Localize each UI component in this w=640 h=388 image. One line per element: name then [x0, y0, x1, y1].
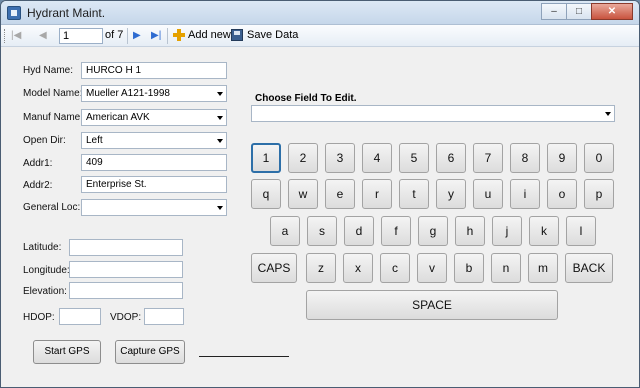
longitude-label: Longitude:: [23, 265, 70, 276]
longitude-field[interactable]: [69, 261, 183, 278]
model-name-value: Mueller A121-1998: [86, 88, 170, 99]
key-y[interactable]: y: [436, 179, 466, 209]
add-new-button[interactable]: Add new: [188, 29, 231, 43]
vdop-field[interactable]: [144, 308, 184, 325]
save-data-button[interactable]: Save Data: [247, 29, 298, 43]
window-controls: – □ ✕: [541, 3, 633, 20]
hyd-name-field[interactable]: HURCO H 1: [81, 62, 227, 79]
open-dir-label: Open Dir:: [23, 135, 66, 146]
last-record-icon[interactable]: ▶|: [151, 29, 161, 43]
model-name-combo[interactable]: Mueller A121-1998: [81, 85, 227, 102]
key-8[interactable]: 8: [510, 143, 540, 173]
capture-gps-button[interactable]: Capture GPS: [115, 340, 185, 364]
key-b[interactable]: b: [454, 253, 484, 283]
key-1[interactable]: 1: [251, 143, 281, 173]
open-dir-value: Left: [86, 135, 103, 146]
chevron-down-icon[interactable]: [217, 116, 223, 120]
key-e[interactable]: e: [325, 179, 355, 209]
key-9[interactable]: 9: [547, 143, 577, 173]
chevron-down-icon[interactable]: [217, 206, 223, 210]
next-record-icon[interactable]: ▶: [133, 29, 141, 43]
hyd-name-label: Hyd Name:: [23, 65, 74, 76]
addr2-label: Addr2:: [23, 180, 53, 191]
choose-field-label: Choose Field To Edit.: [255, 93, 357, 104]
toolbar-separator: [127, 28, 128, 44]
key-l[interactable]: l: [566, 216, 596, 246]
window-title: Hydrant Maint.: [27, 6, 106, 20]
toolbar-grip[interactable]: [4, 29, 7, 43]
key-2[interactable]: 2: [288, 143, 318, 173]
prev-record-icon[interactable]: ◀: [39, 29, 47, 43]
key-4[interactable]: 4: [362, 143, 392, 173]
latitude-label: Latitude:: [23, 242, 62, 253]
save-icon[interactable]: [231, 29, 243, 41]
manuf-name-combo[interactable]: American AVK: [81, 109, 227, 126]
model-name-label: Model Name:: [23, 88, 83, 99]
open-dir-combo[interactable]: Left: [81, 132, 227, 149]
key-p[interactable]: p: [584, 179, 614, 209]
latitude-field[interactable]: [69, 239, 183, 256]
key-f[interactable]: f: [381, 216, 411, 246]
hdop-field[interactable]: [59, 308, 101, 325]
key-0[interactable]: 0: [584, 143, 614, 173]
key-s[interactable]: s: [307, 216, 337, 246]
key-caps[interactable]: CAPS: [251, 253, 297, 283]
minimize-button[interactable]: –: [541, 3, 567, 20]
key-7[interactable]: 7: [473, 143, 503, 173]
addr1-label: Addr1:: [23, 158, 53, 169]
key-i[interactable]: i: [510, 179, 540, 209]
key-n[interactable]: n: [491, 253, 521, 283]
key-r[interactable]: r: [362, 179, 392, 209]
key-x[interactable]: x: [343, 253, 373, 283]
key-a[interactable]: a: [270, 216, 300, 246]
maximize-button[interactable]: □: [566, 3, 592, 20]
key-o[interactable]: o: [547, 179, 577, 209]
chevron-down-icon[interactable]: [605, 112, 611, 116]
record-navigator: |◀ ◀ 1 of 7 ▶ ▶| Add new Save Data: [1, 25, 639, 47]
key-6[interactable]: 6: [436, 143, 466, 173]
key-m[interactable]: m: [528, 253, 558, 283]
first-record-icon[interactable]: |◀: [11, 29, 21, 43]
vdop-label: VDOP:: [110, 312, 142, 323]
key-v[interactable]: v: [417, 253, 447, 283]
addr1-field[interactable]: 409: [81, 154, 227, 171]
key-3[interactable]: 3: [325, 143, 355, 173]
key-j[interactable]: j: [492, 216, 522, 246]
key-back[interactable]: BACK: [565, 253, 613, 283]
key-c[interactable]: c: [380, 253, 410, 283]
chevron-down-icon[interactable]: [217, 139, 223, 143]
record-position-input[interactable]: 1: [59, 28, 103, 44]
key-space[interactable]: SPACE: [306, 290, 558, 320]
manuf-name-label: Manuf Name:: [23, 112, 84, 123]
key-5[interactable]: 5: [399, 143, 429, 173]
start-gps-button[interactable]: Start GPS: [33, 340, 101, 364]
addr2-field[interactable]: Enterprise St.: [81, 176, 227, 193]
gps-status-line: [199, 356, 289, 357]
general-loc-label: General Loc:: [23, 202, 81, 213]
choose-field-combo[interactable]: [251, 105, 615, 122]
key-d[interactable]: d: [344, 216, 374, 246]
key-g[interactable]: g: [418, 216, 448, 246]
elevation-field[interactable]: [69, 282, 183, 299]
app-window: Hydrant Maint. – □ ✕ |◀ ◀ 1 of 7 ▶ ▶| Ad…: [0, 0, 640, 388]
key-k[interactable]: k: [529, 216, 559, 246]
hdop-label: HDOP:: [23, 312, 55, 323]
add-new-icon[interactable]: [173, 29, 185, 41]
key-z[interactable]: z: [306, 253, 336, 283]
title-bar[interactable]: Hydrant Maint. – □ ✕: [1, 1, 639, 25]
general-loc-combo[interactable]: [81, 199, 227, 216]
toolbar-separator: [167, 28, 168, 44]
key-h[interactable]: h: [455, 216, 485, 246]
manuf-name-value: American AVK: [86, 112, 150, 123]
elevation-label: Elevation:: [23, 286, 67, 297]
chevron-down-icon[interactable]: [217, 92, 223, 96]
key-w[interactable]: w: [288, 179, 318, 209]
close-button[interactable]: ✕: [591, 3, 633, 20]
app-icon: [7, 6, 21, 20]
key-q[interactable]: q: [251, 179, 281, 209]
key-t[interactable]: t: [399, 179, 429, 209]
key-u[interactable]: u: [473, 179, 503, 209]
record-count-label: of 7: [105, 29, 124, 41]
